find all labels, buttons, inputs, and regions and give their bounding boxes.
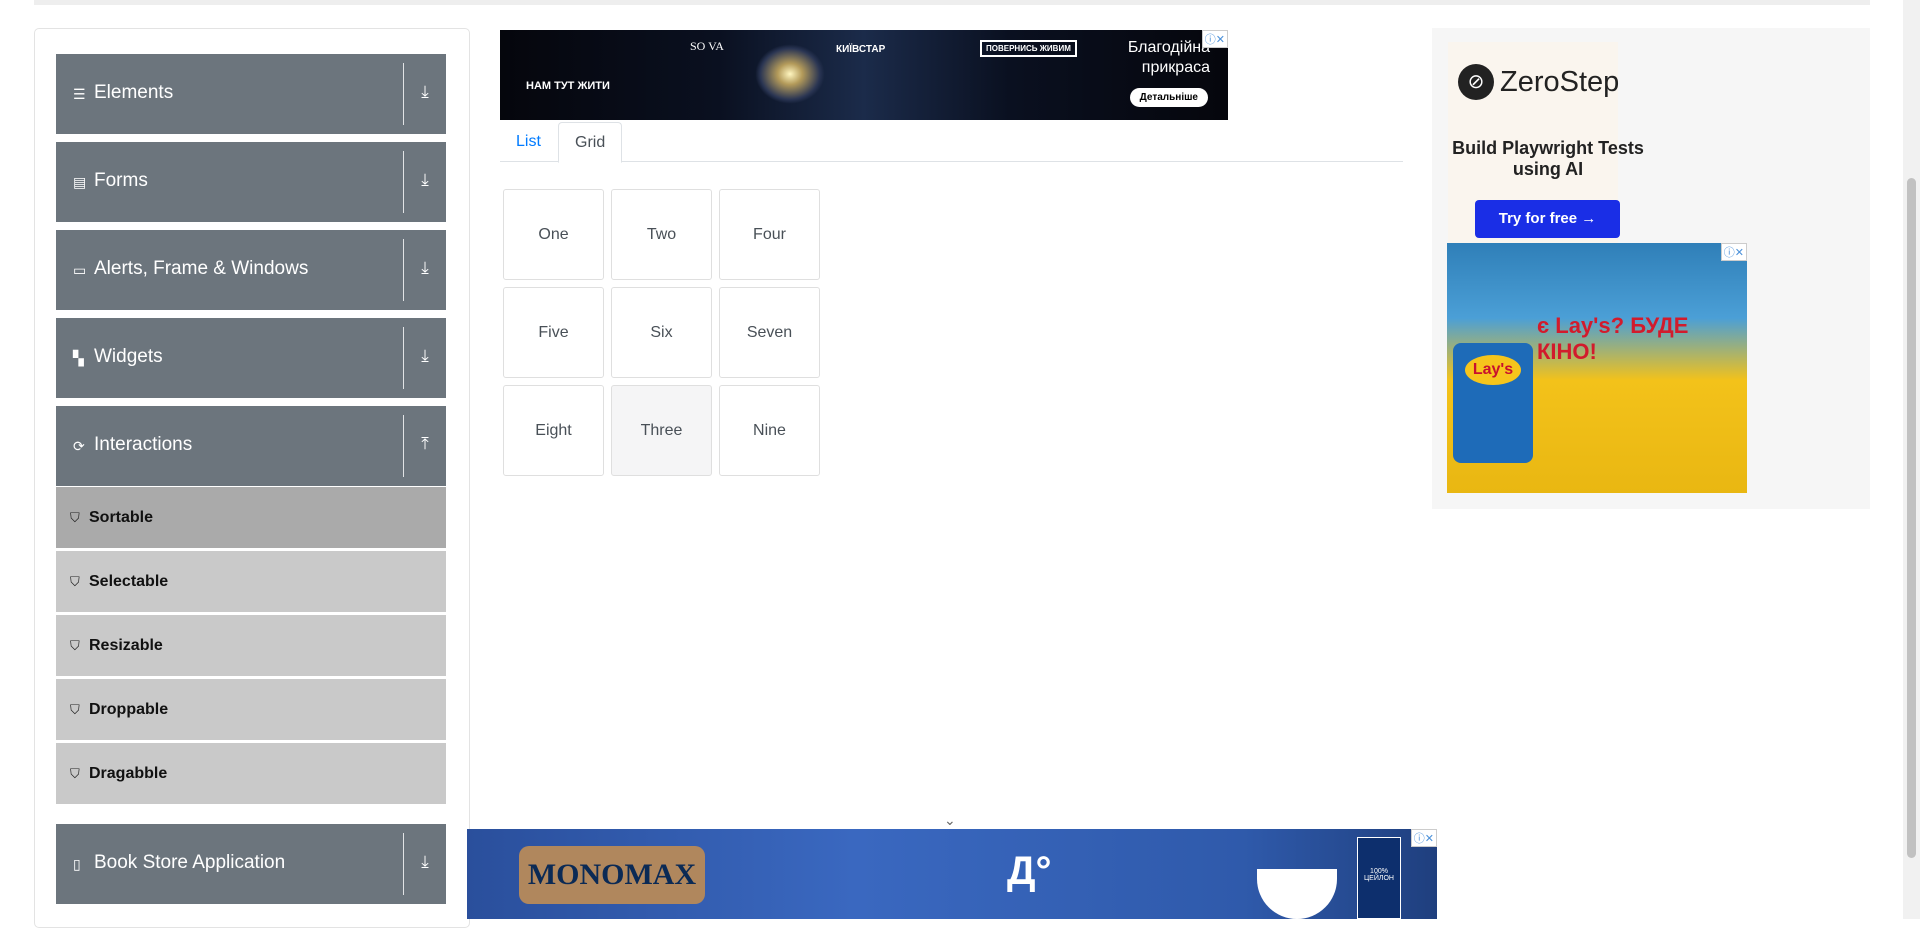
sidebar-group-widgets[interactable]: ▚ Widgets ⤓	[56, 318, 446, 398]
chevron-down-icon[interactable]: ⌄	[944, 812, 956, 829]
html5-icon: ⛉	[70, 638, 80, 653]
divider	[403, 415, 404, 477]
grid-item[interactable]: Two	[611, 189, 712, 280]
file-icon: ▤	[73, 174, 87, 190]
monomax-logo: MONOMAX	[519, 846, 705, 904]
sidebar-item-dragabble[interactable]: ⛉ Dragabble	[56, 742, 446, 804]
sync-icon: ⟳	[73, 438, 85, 454]
sidebar-item-label: Sortable	[89, 509, 154, 526]
zerostep-logo-icon: ⊘	[1458, 64, 1494, 100]
grid-item[interactable]: Seven	[719, 287, 820, 378]
group-title: Elements	[94, 82, 174, 103]
left-sidebar: ☰ Elements ⤓ ▤ Forms ⤓ ▭ Alerts, Frame &…	[34, 28, 470, 928]
lays-pack-image: Lay's	[1453, 343, 1533, 463]
ad-details-button[interactable]: Детальніше	[1129, 88, 1208, 107]
group-title: Book Store Application	[94, 852, 286, 873]
divider	[403, 833, 404, 895]
top-strip	[34, 0, 1870, 5]
divider	[403, 327, 404, 389]
divider	[403, 239, 404, 301]
sidebar-group-book-store[interactable]: ▯ Book Store Application ⤓	[56, 824, 446, 904]
right-ad-panel: ⊘ ZeroStep Build Playwright Tests using …	[1432, 28, 1870, 509]
top-banner-ad[interactable]: НАМ ТУТ ЖИТИ SO VA КИЇВСТАР ПОВЕРНИСЬ ЖИ…	[500, 30, 1228, 120]
html5-icon: ⛉	[70, 766, 80, 781]
divider	[403, 63, 404, 125]
group-title: Alerts, Frame & Windows	[94, 258, 309, 279]
tab-bar: List Grid	[500, 122, 1403, 163]
bottom-banner-ad[interactable]: MONOMAX Д° 100% ЦЕЙЛОН ⓘ✕	[467, 829, 1437, 919]
grid-item[interactable]: Four	[719, 189, 820, 280]
sidebar-item-sortable[interactable]: ⛉ Sortable	[56, 486, 446, 548]
sidebar-group-alerts[interactable]: ▭ Alerts, Frame & Windows ⤓	[56, 230, 446, 310]
download-arrow-icon: ⤓	[421, 170, 429, 189]
sidebar-group-elements[interactable]: ☰ Elements ⤓	[56, 54, 446, 134]
ad-close-icon[interactable]: ⓘ✕	[1410, 829, 1437, 847]
sidebar-item-label: Dragabble	[89, 765, 168, 782]
download-arrow-icon: ⤓	[421, 258, 429, 277]
grid-item[interactable]: Five	[503, 287, 604, 378]
lays-ad[interactable]: є Lay's? БУДЕ КІНО! Lay's ⓘ✕	[1447, 243, 1747, 493]
download-arrow-icon: ⤓	[421, 346, 429, 365]
ad-cup-image	[1257, 869, 1337, 919]
window-icon: ▭	[73, 262, 87, 278]
grid-item[interactable]: Three	[611, 385, 712, 476]
sidebar-item-droppable[interactable]: ⛉ Droppable	[56, 678, 446, 740]
sidebar-item-resizable[interactable]: ⛉ Resizable	[56, 614, 446, 676]
zerostep-ad[interactable]: ⊘ ZeroStep Build Playwright Tests using …	[1448, 42, 1644, 262]
zerostep-tagline: Build Playwright Tests using AI	[1452, 138, 1644, 179]
sidebar-item-label: Resizable	[89, 637, 163, 654]
download-arrow-icon: ⤓	[421, 852, 429, 871]
group-title: Forms	[94, 170, 148, 191]
try-for-free-button[interactable]: Try for free →	[1475, 200, 1620, 238]
grid-item[interactable]: One	[503, 189, 604, 280]
sidebar-group-forms[interactable]: ▤ Forms ⤓	[56, 142, 446, 222]
scrollbar[interactable]	[1903, 0, 1920, 919]
ad-tea-box: 100% ЦЕЙЛОН	[1357, 837, 1401, 919]
ad-close-icon[interactable]: ⓘ✕	[1720, 243, 1747, 261]
sidebar-item-selectable[interactable]: ⛉ Selectable	[56, 550, 446, 612]
html5-icon: ⛉	[70, 702, 80, 717]
book-icon: ▯	[73, 856, 81, 872]
zerostep-brand: ZeroStep	[1500, 66, 1620, 98]
ad-sova-logo: SO VA	[690, 39, 724, 53]
grid-item[interactable]: Eight	[503, 385, 604, 476]
group-title: Widgets	[94, 346, 163, 367]
lays-ad-headline: є Lay's? БУДЕ КІНО!	[1537, 313, 1689, 364]
download-arrow-icon: ⤓	[421, 82, 429, 101]
sidebar-item-label: Droppable	[89, 701, 169, 718]
tab-list[interactable]: List	[500, 122, 557, 162]
ad-headline-line: прикраса	[1141, 59, 1210, 76]
lays-pack-logo: Lay's	[1465, 355, 1521, 385]
group-title: Interactions	[94, 434, 193, 455]
scrollbar-thumb[interactable]	[1907, 178, 1916, 858]
sidebar-group-interactions[interactable]: ⟳ Interactions ⤒	[56, 406, 446, 486]
divider	[403, 151, 404, 213]
upload-arrow-icon: ⤒	[421, 434, 429, 453]
ad-house-image	[755, 44, 825, 104]
ad-degree-mark: Д°	[1007, 849, 1052, 893]
ad-kyivstar-logo: КИЇВСТАР	[836, 44, 886, 55]
ad-tag: ПОВЕРНИСЬ ЖИВИМ	[980, 40, 1077, 57]
html5-icon: ⛉	[70, 510, 80, 525]
html5-icon: ⛉	[70, 574, 80, 589]
ad-close-icon[interactable]: ⓘ✕	[1201, 30, 1228, 48]
bars-icon: ☰	[73, 86, 86, 102]
widgets-icon: ▚	[73, 350, 84, 366]
ad-left-text: НАМ ТУТ ЖИТИ	[526, 80, 610, 92]
grid-item[interactable]: Nine	[719, 385, 820, 476]
sidebar-item-label: Selectable	[89, 573, 169, 590]
ad-headline-line: Благодійна	[1127, 39, 1210, 56]
tab-grid[interactable]: Grid	[558, 122, 623, 163]
ad-headline: Благодійна прикраса	[1128, 38, 1210, 78]
grid-item[interactable]: Six	[611, 287, 712, 378]
